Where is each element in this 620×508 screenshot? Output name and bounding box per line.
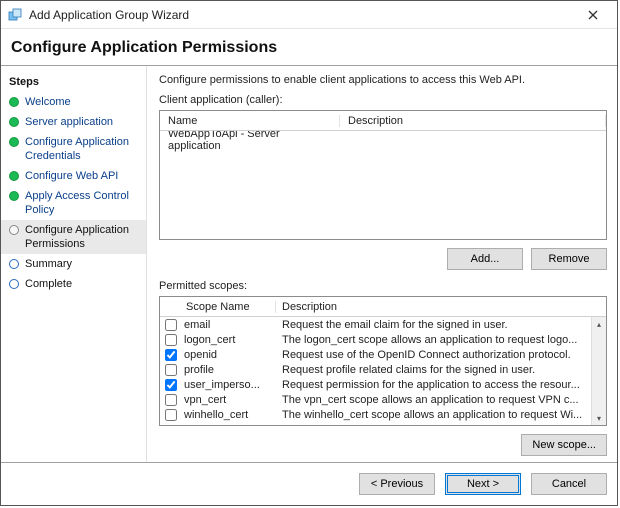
client-table-buttons: Add... Remove <box>159 240 607 280</box>
column-scope-name[interactable]: Scope Name <box>182 301 276 313</box>
window-title: Add Application Group Wizard <box>29 8 575 22</box>
scope-name: logon_cert <box>182 334 276 346</box>
main-content: Configure permissions to enable client a… <box>147 66 617 462</box>
scope-checkbox[interactable] <box>165 379 177 391</box>
scope-description: Request profile related claims for the s… <box>276 364 606 376</box>
scope-row-logon-cert[interactable]: logon_cert The logon_cert scope allows a… <box>160 332 606 347</box>
scope-checkbox[interactable] <box>165 334 177 346</box>
step-label: Complete <box>25 277 72 291</box>
step-bullet-icon <box>9 117 19 127</box>
scope-description: Request use of the OpenID Connect author… <box>276 349 606 361</box>
intro-text: Configure permissions to enable client a… <box>159 74 607 86</box>
steps-list: Welcome Server application Configure App… <box>1 92 146 294</box>
scope-name: email <box>182 319 276 331</box>
scope-row-profile[interactable]: profile Request profile related claims f… <box>160 362 606 377</box>
column-description[interactable]: Description <box>340 115 606 127</box>
step-bullet-icon <box>9 279 19 289</box>
new-scope-row: New scope... <box>159 426 607 456</box>
scope-checkbox[interactable] <box>165 364 177 376</box>
previous-button[interactable]: < Previous <box>359 473 435 495</box>
wizard-footer: < Previous Next > Cancel <box>1 462 617 505</box>
scope-name: vpn_cert <box>182 394 276 406</box>
scope-row-email[interactable]: email Request the email claim for the si… <box>160 317 606 332</box>
scroll-up-icon[interactable]: ▴ <box>592 317 606 331</box>
scope-description: The winhello_cert scope allows an applic… <box>276 409 606 421</box>
page-title: Configure Application Permissions <box>11 39 607 57</box>
table-body: WebAppToApi - Server application <box>160 131 606 239</box>
step-label: Configure Web API <box>25 169 118 183</box>
scope-row-winhello-cert[interactable]: winhello_cert The winhello_cert scope al… <box>160 407 606 422</box>
scroll-down-icon[interactable]: ▾ <box>592 411 606 425</box>
column-name[interactable]: Name <box>160 115 340 127</box>
step-label: Configure Application Permissions <box>25 223 140 251</box>
scopes-scrollbar[interactable]: ▴ ▾ <box>591 317 606 425</box>
scope-name: openid <box>182 349 276 361</box>
table-header: Name Description <box>160 111 606 131</box>
scope-checkbox[interactable] <box>165 394 177 406</box>
scope-description: Request permission for the application t… <box>276 379 606 391</box>
step-label: Apply Access Control Policy <box>25 189 140 217</box>
step-bullet-icon <box>9 137 19 147</box>
cell-name: WebAppToApi - Server application <box>160 131 340 152</box>
step-label: Summary <box>25 257 72 271</box>
client-app-label: Client application (caller): <box>159 94 607 106</box>
cancel-button[interactable]: Cancel <box>531 473 607 495</box>
page-header: Configure Application Permissions <box>1 29 617 66</box>
scope-row-vpn-cert[interactable]: vpn_cert The vpn_cert scope allows an ap… <box>160 392 606 407</box>
scope-description: Request the email claim for the signed i… <box>276 319 606 331</box>
step-bullet-icon <box>9 97 19 107</box>
scope-checkbox[interactable] <box>165 319 177 331</box>
step-bullet-icon <box>9 259 19 269</box>
scopes-table[interactable]: Scope Name Description email Request the… <box>159 296 607 426</box>
scope-name: winhello_cert <box>182 409 276 421</box>
scopes-label: Permitted scopes: <box>159 280 607 292</box>
client-application-table[interactable]: Name Description WebAppToApi - Server ap… <box>159 110 607 240</box>
scope-description: The vpn_cert scope allows an application… <box>276 394 606 406</box>
scope-checkbox[interactable] <box>165 409 177 421</box>
scopes-body: email Request the email claim for the si… <box>160 317 606 425</box>
steps-heading: Steps <box>1 72 146 92</box>
add-button[interactable]: Add... <box>447 248 523 270</box>
scopes-header: Scope Name Description <box>160 297 606 317</box>
scope-name: profile <box>182 364 276 376</box>
scope-name: user_imperso... <box>182 379 276 391</box>
step-label: Configure Application Credentials <box>25 135 140 163</box>
next-button[interactable]: Next > <box>445 473 521 495</box>
scope-checkbox[interactable] <box>165 349 177 361</box>
step-bullet-icon <box>9 225 19 235</box>
wizard-window: Add Application Group Wizard Configure A… <box>0 0 618 506</box>
step-complete[interactable]: Complete <box>1 274 146 294</box>
step-configure-credentials[interactable]: Configure Application Credentials <box>1 132 146 166</box>
scope-row-openid[interactable]: openid Request use of the OpenID Connect… <box>160 347 606 362</box>
step-label: Server application <box>25 115 113 129</box>
step-bullet-icon <box>9 171 19 181</box>
new-scope-button[interactable]: New scope... <box>521 434 607 456</box>
close-icon <box>588 10 598 20</box>
body: Steps Welcome Server application Configu… <box>1 66 617 462</box>
scope-description: The logon_cert scope allows an applicati… <box>276 334 606 346</box>
step-bullet-icon <box>9 191 19 201</box>
remove-button[interactable]: Remove <box>531 248 607 270</box>
step-label: Welcome <box>25 95 71 109</box>
step-welcome[interactable]: Welcome <box>1 92 146 112</box>
scope-row-user-impersonation[interactable]: user_imperso... Request permission for t… <box>160 377 606 392</box>
step-configure-permissions[interactable]: Configure Application Permissions <box>1 220 146 254</box>
titlebar: Add Application Group Wizard <box>1 1 617 29</box>
step-configure-web-api[interactable]: Configure Web API <box>1 166 146 186</box>
app-icon <box>7 7 23 23</box>
column-scope-description[interactable]: Description <box>276 301 606 313</box>
steps-sidebar: Steps Welcome Server application Configu… <box>1 66 147 462</box>
step-access-control-policy[interactable]: Apply Access Control Policy <box>1 186 146 220</box>
step-server-application[interactable]: Server application <box>1 112 146 132</box>
table-row[interactable]: WebAppToApi - Server application <box>160 131 606 149</box>
step-summary[interactable]: Summary <box>1 254 146 274</box>
close-button[interactable] <box>575 3 611 27</box>
